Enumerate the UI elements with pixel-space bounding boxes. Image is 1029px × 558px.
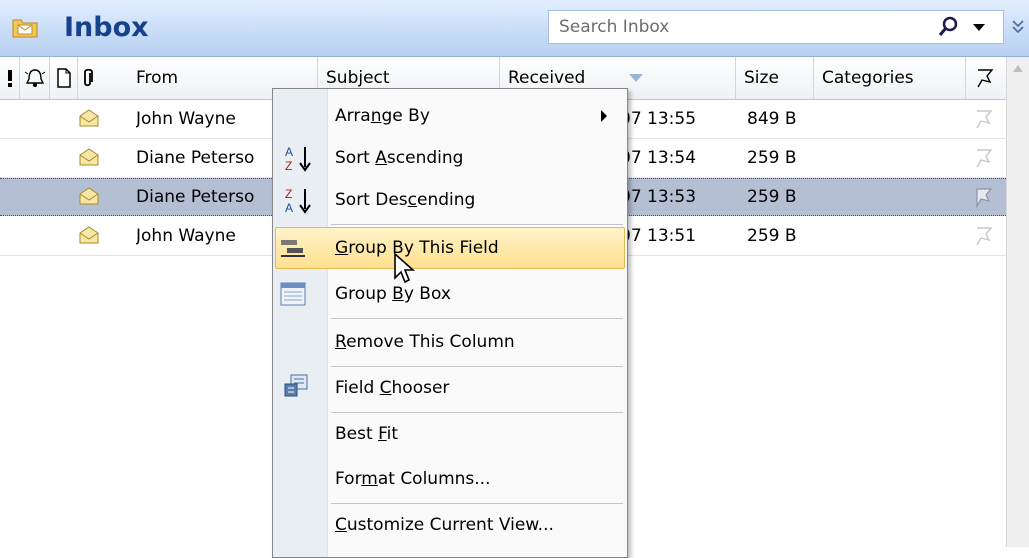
- menu-item-sort-ascending[interactable]: A Z Sort Ascending: [275, 137, 625, 179]
- folder-title: Inbox: [64, 12, 149, 43]
- size-column-label: Size: [744, 68, 779, 88]
- message-size: 259 B: [747, 187, 797, 207]
- search-options-chevron-icon[interactable]: [969, 17, 989, 37]
- group-by-field-icon: [281, 240, 305, 257]
- read-envelope-icon: [79, 226, 99, 244]
- paperclip-icon: [84, 68, 93, 87]
- menu-item-label: Format Columns...: [335, 469, 491, 489]
- column-context-menu: Arrange By A Z Sort Ascending Z A Sort D…: [272, 88, 628, 558]
- message-received: 07 13:53: [620, 187, 697, 207]
- search-box[interactable]: [548, 10, 1004, 44]
- read-envelope-icon: [79, 187, 99, 205]
- menu-separator: [331, 318, 623, 319]
- message-from: John Wayne: [136, 226, 236, 246]
- categories-column-header[interactable]: Categories: [814, 57, 966, 99]
- menu-item-sort-descending[interactable]: Z A Sort Descending: [275, 179, 625, 221]
- menu-item-label: Remove This Column: [335, 332, 515, 352]
- menu-item-label: Field Chooser: [335, 378, 450, 398]
- sort-descending-arrow-icon: [629, 74, 643, 82]
- inbox-folder-icon: [12, 19, 38, 38]
- menu-item-label: Sort Descending: [335, 190, 476, 210]
- message-from: John Wayne: [136, 109, 236, 129]
- svg-text:A: A: [285, 145, 293, 159]
- icon-column-header[interactable]: [50, 57, 78, 99]
- svg-text:Z: Z: [285, 187, 292, 201]
- importance-icon: [8, 70, 12, 87]
- menu-item-label: Arrange By: [335, 106, 430, 126]
- message-from: Diane Peterso: [136, 148, 255, 168]
- flag-icon[interactable]: [974, 225, 994, 247]
- folder-header: Inbox: [0, 0, 1029, 57]
- categories-column-label: Categories: [822, 68, 914, 88]
- search-icon[interactable]: [937, 16, 959, 38]
- importance-column-header[interactable]: [0, 57, 20, 99]
- flag-icon: [977, 69, 994, 88]
- menu-item-label: Customize Current View...: [335, 515, 554, 535]
- read-envelope-icon: [79, 148, 99, 166]
- group-by-box-icon: [280, 282, 306, 306]
- menu-item-label: Sort Ascending: [335, 148, 464, 168]
- vertical-scrollbar[interactable]: [1006, 57, 1029, 547]
- menu-separator: [331, 224, 623, 225]
- flag-icon[interactable]: [974, 147, 994, 169]
- menu-item-format-columns[interactable]: Format Columns...: [275, 458, 625, 500]
- menu-item-group-by-field[interactable]: Group By This Field: [275, 227, 625, 269]
- reminder-column-header[interactable]: [20, 57, 50, 99]
- sort-ascending-icon: A Z: [285, 145, 311, 173]
- reminder-bell-icon: [24, 69, 46, 87]
- svg-text:Z: Z: [285, 159, 292, 173]
- scroll-up-arrow-icon[interactable]: [1012, 63, 1024, 73]
- flag-icon[interactable]: [974, 108, 994, 130]
- submenu-arrow-icon: [601, 110, 607, 122]
- svg-text:A: A: [285, 201, 293, 215]
- menu-item-arrange-by[interactable]: Arrange By: [275, 95, 625, 137]
- menu-item-remove-column[interactable]: Remove This Column: [275, 321, 625, 363]
- size-column-header[interactable]: Size: [736, 57, 814, 99]
- attachment-column-header[interactable]: [78, 57, 128, 99]
- search-input[interactable]: [549, 11, 919, 43]
- sort-descending-icon: Z A: [285, 187, 311, 215]
- message-size: 849 B: [747, 109, 797, 129]
- message-size: 259 B: [747, 226, 797, 246]
- flag-icon[interactable]: [974, 186, 994, 208]
- message-received: 07 13:54: [620, 148, 697, 168]
- message-received: 07 13:51: [620, 226, 697, 246]
- mouse-cursor-icon: [394, 252, 416, 284]
- message-received: 07 13:55: [620, 109, 697, 129]
- expand-chevron-icon[interactable]: [1010, 18, 1026, 36]
- read-envelope-icon: [79, 109, 99, 127]
- menu-item-label: Best Fit: [335, 424, 398, 444]
- flag-column-header[interactable]: [966, 57, 1006, 99]
- document-icon: [57, 68, 71, 88]
- menu-item-best-fit[interactable]: Best Fit: [275, 413, 625, 455]
- message-size: 259 B: [747, 148, 797, 168]
- menu-item-field-chooser[interactable]: Field Chooser: [275, 367, 625, 409]
- message-from: Diane Peterso: [136, 187, 255, 207]
- menu-item-customize-view[interactable]: Customize Current View...: [275, 504, 625, 546]
- menu-item-group-by-box[interactable]: Group By Box: [275, 273, 625, 315]
- field-chooser-icon: [284, 374, 308, 397]
- from-column-label: From: [136, 68, 179, 88]
